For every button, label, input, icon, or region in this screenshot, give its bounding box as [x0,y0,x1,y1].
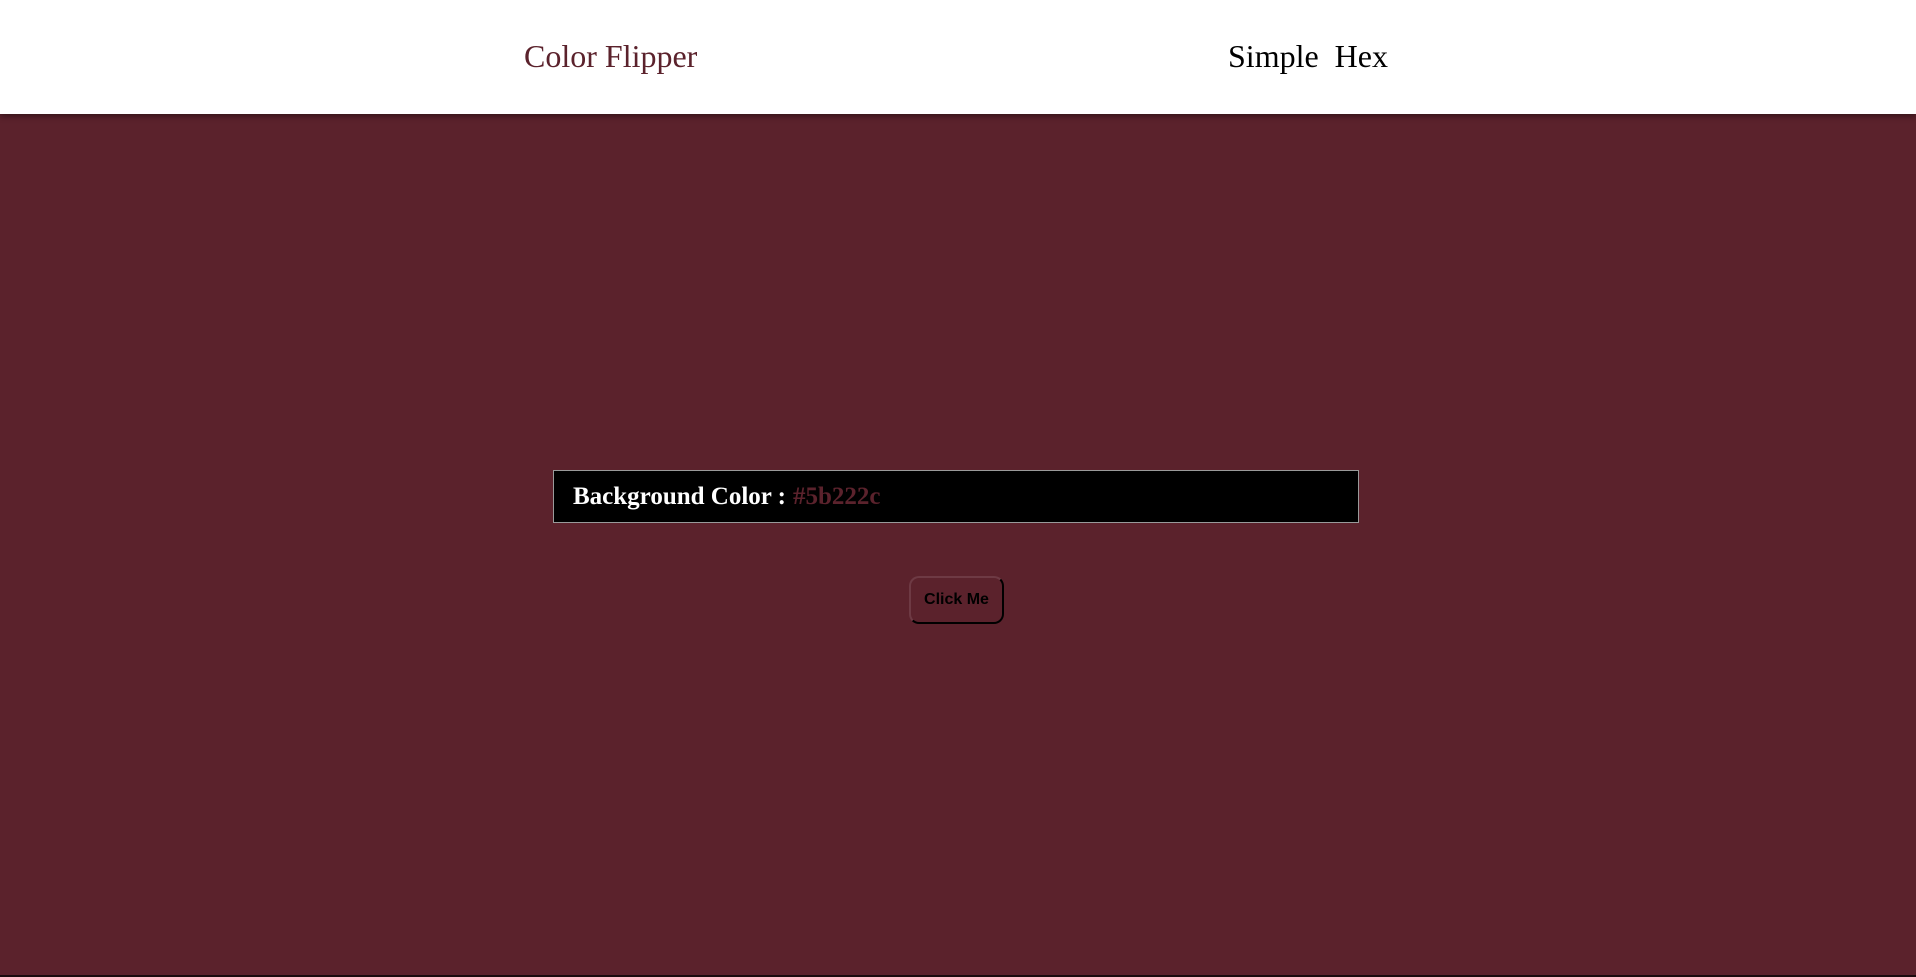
color-display-box: Background Color : #5b222c [553,470,1359,523]
color-label: Background Color : [573,482,787,510]
nav-link-simple[interactable]: Simple [1228,36,1319,76]
navbar: Color Flipper Simple Hex [0,0,1916,114]
color-value: #5b222c [793,482,881,510]
nav-links: Simple Hex [1228,36,1388,76]
click-me-button[interactable]: Click Me [909,576,1004,624]
brand-link[interactable]: Color Flipper [524,36,697,76]
nav-link-hex[interactable]: Hex [1335,36,1388,76]
